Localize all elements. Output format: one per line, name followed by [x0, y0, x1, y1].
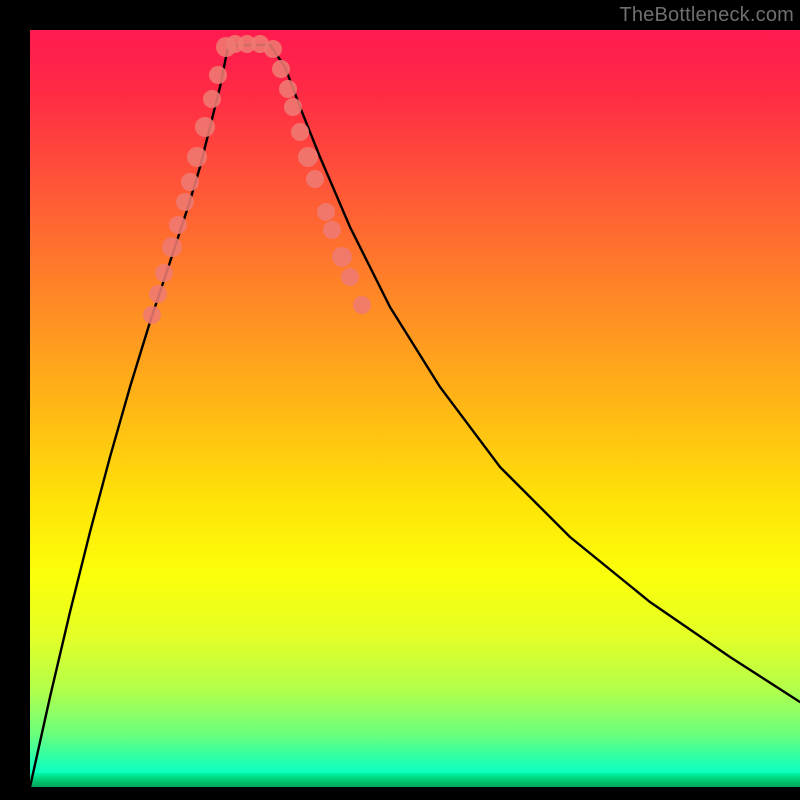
curve-dot — [306, 170, 324, 188]
plot-area — [30, 30, 800, 787]
chart-container: TheBottleneck.com — [0, 0, 800, 800]
curve-dot — [279, 80, 297, 98]
curve-dot — [317, 203, 335, 221]
bottleneck-curve — [30, 45, 800, 787]
curve-dot — [187, 147, 207, 167]
curve-dot — [264, 40, 282, 58]
curve-dot — [284, 98, 302, 116]
curve-dot — [169, 216, 187, 234]
curve-dot — [181, 173, 199, 191]
curve-dot — [341, 268, 359, 286]
curve-dot — [176, 193, 194, 211]
curve-dot — [298, 147, 318, 167]
curve-dot — [203, 90, 221, 108]
watermark-text: TheBottleneck.com — [619, 4, 794, 27]
curve-dot — [291, 123, 309, 141]
chart-svg — [30, 30, 800, 787]
curve-dot — [323, 221, 341, 239]
curve-dot — [155, 264, 173, 282]
curve-dot — [162, 237, 182, 257]
curve-dot — [332, 247, 352, 267]
curve-dot — [143, 306, 161, 324]
curve-dot — [195, 117, 215, 137]
curve-dot — [209, 66, 227, 84]
curve-dot — [272, 60, 290, 78]
curve-dot — [149, 285, 167, 303]
curve-dot — [353, 296, 371, 314]
